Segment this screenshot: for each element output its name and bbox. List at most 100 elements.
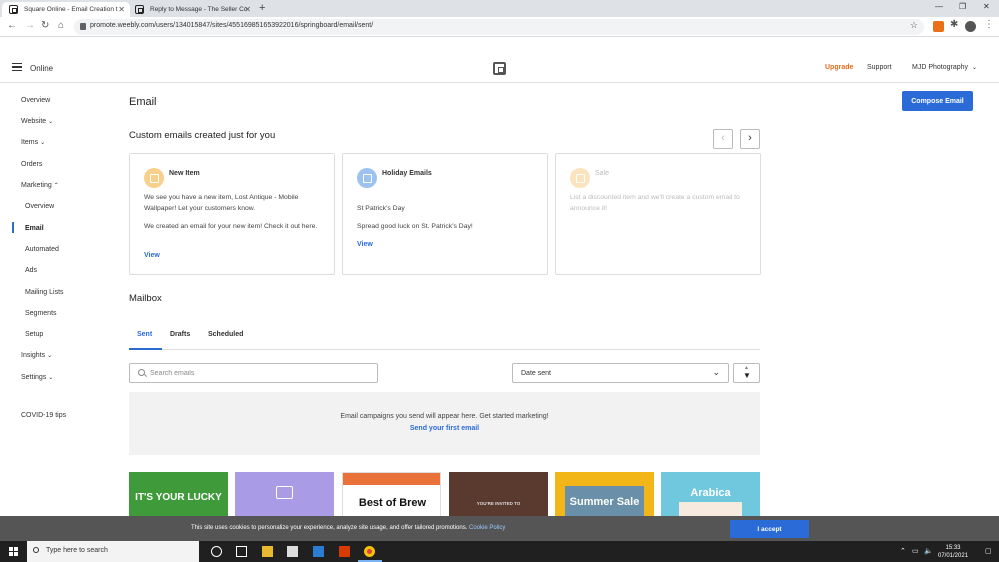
sidebar-item-mailing-lists[interactable]: Mailing Lists [25, 289, 64, 296]
template-title: IT'S YOUR LUCKY [135, 492, 222, 503]
sidebar-item-settings[interactable]: Settings ⌄ [21, 374, 53, 381]
notifications-icon[interactable]: ▢ [985, 547, 992, 555]
new-tab-icon[interactable]: + [259, 2, 265, 14]
tab-title: Reply to Message - The Seller Co [150, 6, 248, 13]
sidebar-item-label: Items [21, 139, 39, 146]
template-thumbnail[interactable]: Best of Brew [342, 472, 441, 517]
chevron-down-icon: ⌄ [40, 140, 46, 146]
volume-icon[interactable]: 🔈 [924, 547, 933, 555]
browser-tab-square[interactable]: Square Online - Email Creation t ✕ [2, 2, 130, 17]
template-header-bar [343, 473, 440, 485]
browser-tab-seller[interactable]: Reply to Message - The Seller Co ✕ [128, 2, 256, 17]
tray-chevron-icon[interactable]: ⌃ [900, 547, 906, 555]
chevron-down-icon: ⌄ [48, 375, 54, 381]
cortana-icon[interactable] [211, 546, 222, 557]
extension-icon[interactable] [933, 21, 944, 32]
empty-state-text: Email campaigns you send will appear her… [340, 413, 549, 420]
chevron-down-icon: ⌄ [971, 65, 978, 71]
sort-select[interactable]: Date sent ⌄ [512, 363, 729, 383]
chevron-down-icon: ⌄ [47, 353, 53, 359]
cookie-text: This site uses cookies to personalize yo… [191, 525, 505, 531]
forward-icon[interactable]: → [25, 20, 35, 31]
close-window-icon[interactable]: ✕ [983, 2, 990, 11]
sort-direction-button[interactable]: ▲ ▼ [733, 363, 760, 383]
tab-sent[interactable]: Sent [137, 331, 152, 338]
bookmark-star-icon[interactable]: ☆ [910, 20, 918, 31]
mail-icon[interactable] [313, 546, 324, 557]
support-link[interactable]: Support [867, 64, 892, 71]
custom-emails-heading: Custom emails created just for you [129, 130, 276, 141]
url-text: promote.weebly.com/users/134015847/sites… [90, 22, 374, 29]
sidebar-item-website[interactable]: Website ⌄ [21, 118, 53, 125]
card-title: Sale [595, 170, 610, 177]
sidebar-item-ads[interactable]: Ads [25, 267, 37, 274]
hamburger-menu-icon[interactable] [12, 63, 22, 71]
tab-title: Square Online - Email Creation t [24, 6, 118, 13]
sidebar-item-segments[interactable]: Segments [25, 310, 57, 317]
store-icon[interactable] [287, 546, 298, 557]
restore-icon[interactable]: ❐ [959, 2, 966, 11]
sidebar-item-label: Insights [21, 352, 46, 359]
tab-drafts[interactable]: Drafts [170, 331, 190, 338]
chrome-icon[interactable] [364, 546, 375, 557]
url-field[interactable]: promote.weebly.com/users/134015847/sites… [74, 19, 924, 35]
accept-cookies-button[interactable]: I accept [730, 520, 809, 538]
compose-email-button[interactable]: Compose Email [902, 91, 973, 111]
sidebar-item-automated[interactable]: Automated [25, 246, 59, 253]
cookie-policy-link[interactable]: Cookie Policy [469, 525, 505, 531]
close-tab-icon[interactable]: ✕ [118, 2, 125, 17]
more-menu-icon[interactable]: ⋮ [984, 19, 994, 30]
template-title: Arabica [690, 487, 731, 499]
taskbar-search[interactable]: Type here to search [27, 541, 199, 562]
send-first-email-link[interactable]: Send your first email [129, 425, 760, 432]
card-view-link[interactable]: View [144, 252, 160, 259]
calendar-icon [144, 168, 164, 188]
task-view-icon[interactable] [236, 546, 247, 557]
template-thumbnail[interactable]: Summer Sale [555, 472, 654, 517]
template-thumbnail[interactable] [235, 472, 334, 517]
profile-avatar-icon[interactable] [965, 21, 976, 32]
search-icon [138, 369, 145, 376]
empty-state: Email campaigns you send will appear her… [129, 392, 760, 455]
card-text: St Patrick's Day [357, 205, 405, 212]
browser-tab-strip: Square Online - Email Creation t ✕ Reply… [0, 0, 999, 17]
template-title: Best of Brew [358, 497, 427, 509]
reload-icon[interactable]: ↻ [41, 20, 49, 31]
card-new-item: New Item We see you have a new item, Los… [129, 153, 335, 275]
carousel-next-button[interactable]: › [740, 129, 760, 149]
active-tab-underline [129, 348, 162, 350]
sidebar-item-orders[interactable]: Orders [21, 161, 42, 168]
sidebar-item-overview[interactable]: Overview [21, 97, 50, 104]
taskbar-clock[interactable]: 15:33 07/01/2021 [938, 544, 968, 560]
template-thumbnail[interactable]: Arabica [661, 472, 760, 517]
sidebar-item-items[interactable]: Items ⌄ [21, 139, 45, 146]
minimize-icon[interactable]: — [935, 2, 943, 11]
sidebar-item-insights[interactable]: Insights ⌄ [21, 352, 52, 359]
home-icon[interactable]: ⌂ [58, 20, 64, 31]
search-input[interactable] [150, 367, 370, 380]
carousel-prev-button[interactable]: ‹ [713, 129, 733, 149]
sidebar-item-marketing[interactable]: Marketing ⌃ [21, 182, 59, 189]
windows-start-icon[interactable] [9, 547, 18, 556]
card-view-link[interactable]: View [357, 241, 373, 248]
square-logo-icon[interactable] [493, 62, 506, 75]
sidebar-item-email[interactable]: Email [25, 225, 44, 232]
puzzle-extensions-icon[interactable]: ✱ [950, 19, 958, 30]
template-thumbnail[interactable]: YOU'RE INVITED TO [449, 472, 548, 517]
office-icon[interactable] [339, 546, 350, 557]
close-tab-icon[interactable]: ✕ [244, 2, 251, 17]
active-indicator [12, 222, 14, 233]
network-icon[interactable]: ▭ [912, 547, 919, 555]
file-explorer-icon[interactable] [262, 546, 273, 557]
sidebar-item-marketing-overview[interactable]: Overview [25, 203, 54, 210]
sidebar-item-covid[interactable]: COVID-19 tips [21, 412, 66, 419]
back-icon[interactable]: ← [7, 20, 17, 31]
mailbox-tabs: Sent Drafts Scheduled [129, 326, 760, 350]
sidebar-item-setup[interactable]: Setup [25, 331, 43, 338]
upgrade-link[interactable]: Upgrade [825, 64, 853, 71]
account-menu[interactable]: MJD Photography ⌄ [912, 64, 977, 71]
card-text: List a discounted item and we'll create … [570, 194, 740, 212]
card-sale: Sale List a discounted item and we'll cr… [555, 153, 761, 275]
template-thumbnail[interactable]: IT'S YOUR LUCKY [129, 472, 228, 517]
tab-scheduled[interactable]: Scheduled [208, 331, 243, 338]
